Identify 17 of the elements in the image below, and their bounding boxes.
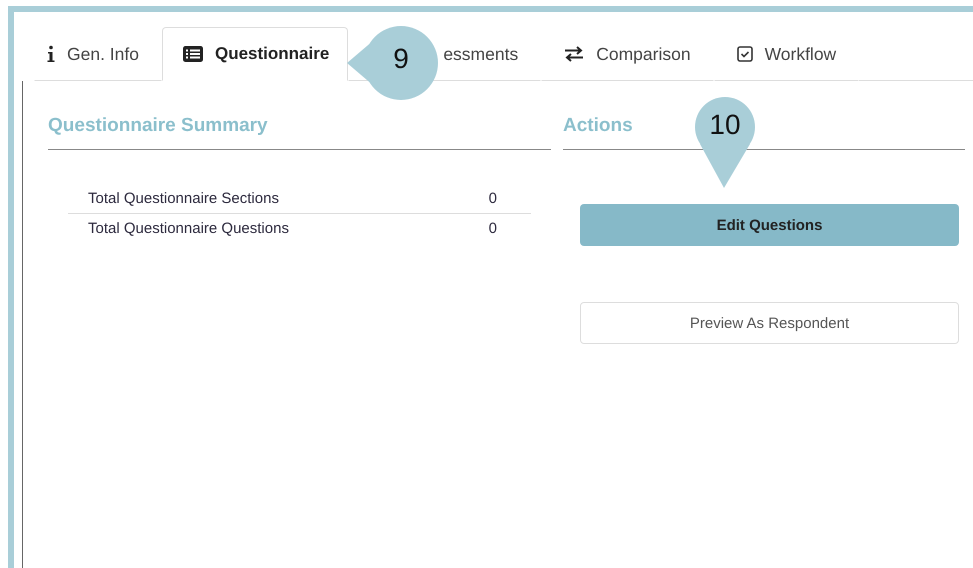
checkbox-icon — [736, 46, 753, 62]
callout-number: 10 — [708, 109, 742, 141]
tab[interactable]: Comparison — [541, 27, 714, 81]
row-label: Total Questionnaire Questions — [88, 220, 289, 237]
row-value: 0 — [488, 190, 497, 207]
callout-number: 9 — [392, 43, 410, 75]
row-label: Total Questionnaire Sections — [88, 190, 279, 207]
preview-button[interactable]: Preview As Respondent — [580, 302, 959, 344]
info-icon — [47, 45, 55, 63]
tab[interactable]: Gen. Info — [34, 27, 162, 81]
list-icon — [183, 46, 203, 62]
tab[interactable]: Questionnaire — [162, 27, 348, 81]
swap-arrows-icon — [564, 46, 584, 62]
row-value: 0 — [488, 220, 497, 237]
section-title: Questionnaire Summary — [48, 115, 551, 150]
tab[interactable]: Workflow — [714, 27, 860, 81]
edit-button[interactable]: Edit Questions — [580, 204, 959, 246]
